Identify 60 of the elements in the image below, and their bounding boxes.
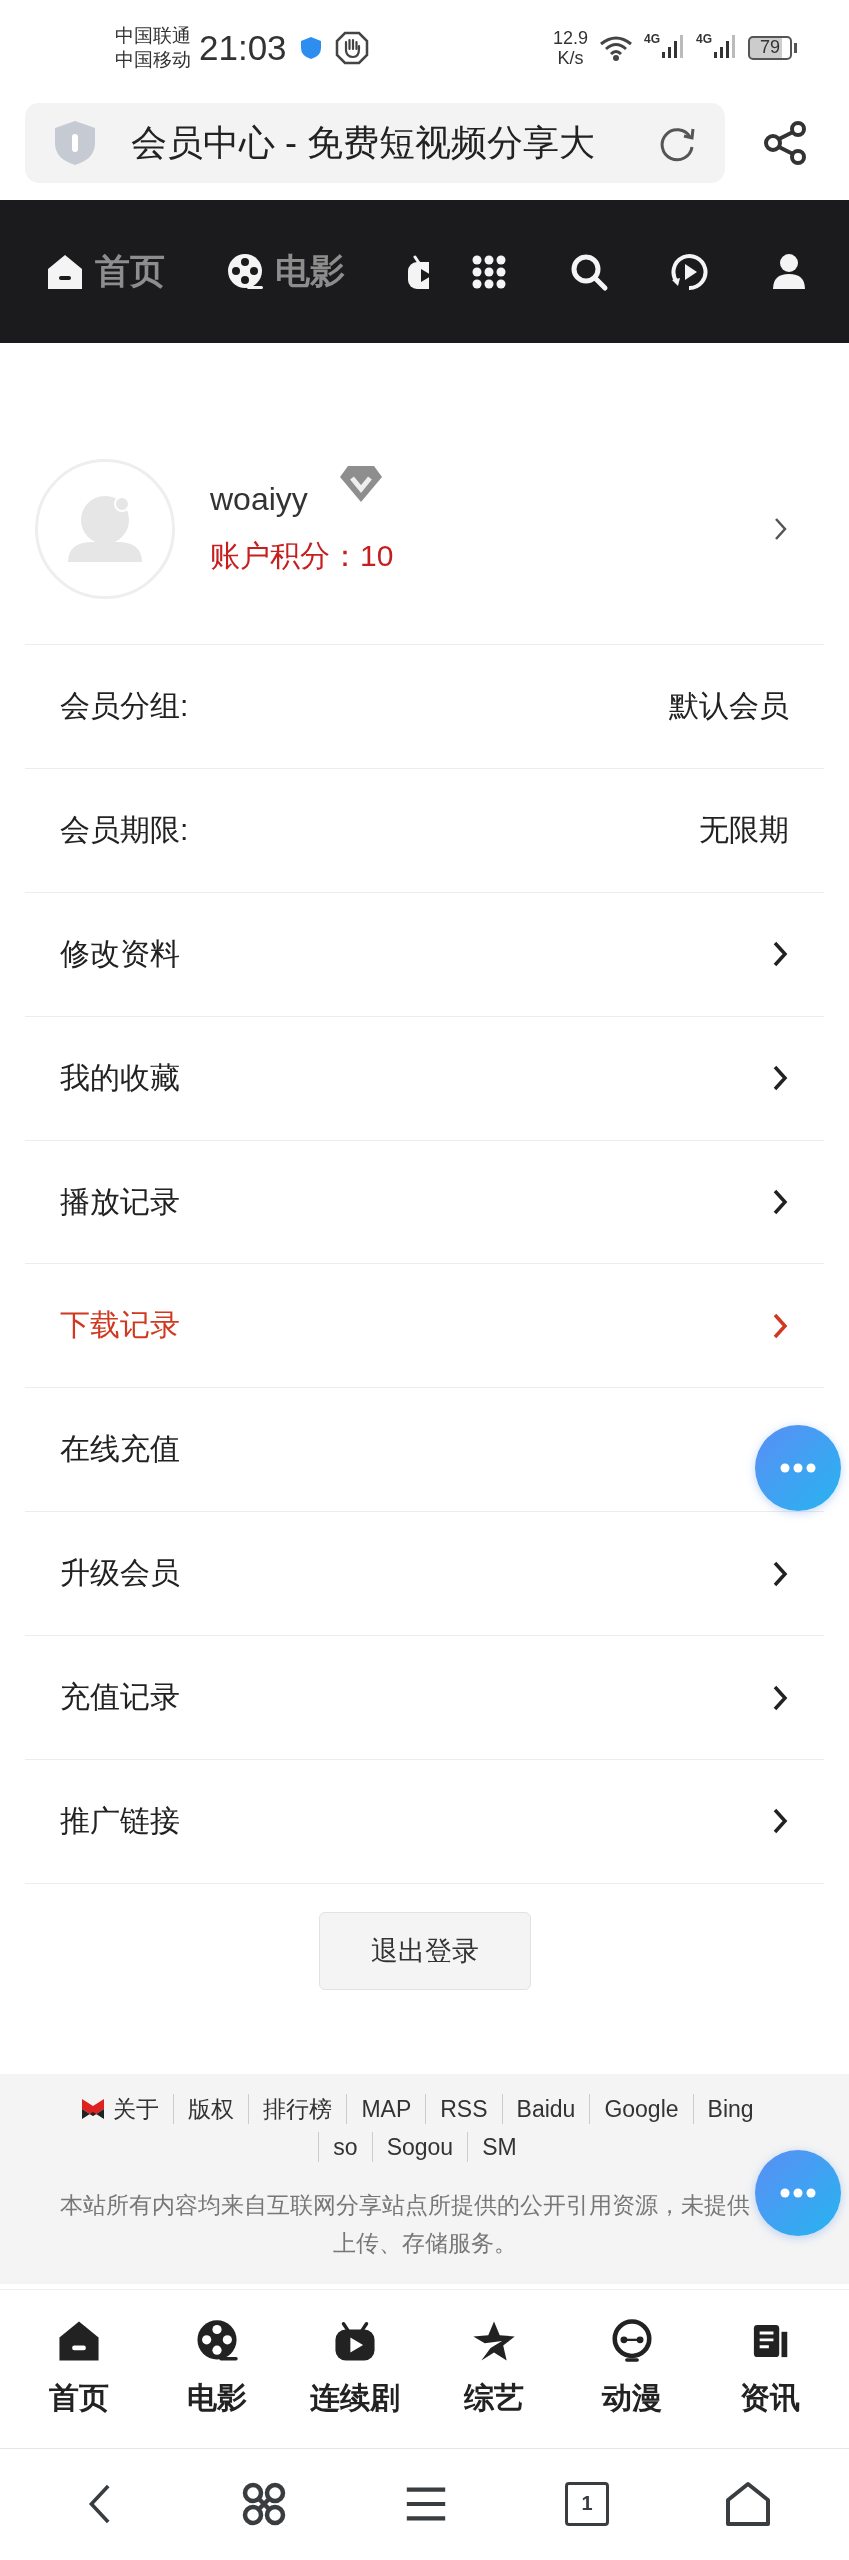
nav-link[interactable]: 首页 bbox=[45, 248, 165, 295]
menu-item[interactable]: 下载记录 bbox=[60, 1305, 180, 1347]
field-value: 默认会员 bbox=[669, 687, 789, 724]
menu-item[interactable]: 我的收藏 bbox=[60, 1057, 180, 1099]
chevron-icon bbox=[771, 1187, 789, 1217]
footer-link[interactable]: 关于 bbox=[105, 2093, 174, 2124]
nav-link[interactable]: 电影 bbox=[225, 248, 345, 295]
film-reel-icon bbox=[225, 251, 265, 292]
diamond-icon bbox=[337, 464, 384, 504]
shield-icon bbox=[298, 35, 323, 60]
footer-link[interactable]: 排行榜 bbox=[249, 2093, 347, 2124]
network-type: 4G bbox=[696, 31, 712, 46]
username: woaiyy bbox=[210, 480, 308, 518]
network-speed-unit: K/s bbox=[557, 47, 584, 68]
address-bar[interactable]: 会员中心 - 免费短视频分享大 bbox=[25, 103, 725, 183]
field-label: 会员分组: bbox=[60, 687, 189, 724]
share-icon[interactable] bbox=[763, 120, 809, 166]
tab-button[interactable]: 资讯 bbox=[700, 2317, 839, 2421]
more-icon bbox=[780, 1463, 816, 1473]
tab-button[interactable]: 连续剧 bbox=[286, 2317, 425, 2421]
home-icon[interactable] bbox=[723, 2479, 772, 2528]
tab-button[interactable]: 综艺 bbox=[424, 2317, 563, 2421]
menu-item[interactable]: 在线充值 bbox=[60, 1429, 180, 1471]
more-button[interactable] bbox=[755, 1425, 841, 1511]
network-type: 4G bbox=[643, 31, 660, 46]
menu-item[interactable]: 推广链接 bbox=[60, 1800, 180, 1842]
footer-link[interactable]: 版权 bbox=[174, 2093, 249, 2124]
logout-button[interactable]: 退出登录 bbox=[318, 1911, 531, 1990]
carrier-name: 中国联通 bbox=[115, 23, 191, 48]
page-title: 会员中心 - 免费短视频分享大 bbox=[131, 120, 595, 165]
hand-icon bbox=[334, 30, 369, 65]
tab-button[interactable]: 首页 bbox=[10, 2317, 149, 2421]
footer-link[interactable]: MAP bbox=[347, 2093, 426, 2124]
shield-icon bbox=[53, 119, 97, 167]
notice-text: 上传、存储服务。 bbox=[332, 2228, 517, 2258]
menu-item[interactable]: 升级会员 bbox=[60, 1553, 180, 1595]
footer-link[interactable]: so bbox=[319, 2131, 372, 2162]
footer-link[interactable]: Baidu bbox=[502, 2093, 590, 2124]
menu-item[interactable]: 播放记录 bbox=[60, 1181, 180, 1223]
footer-link[interactable]: RSS bbox=[426, 2093, 502, 2124]
account-points: 账户积分：10 bbox=[210, 537, 394, 574]
network-speed: 12.9 bbox=[552, 27, 588, 48]
logo-icon bbox=[81, 2097, 106, 2120]
footer-link[interactable]: Sogou bbox=[372, 2131, 468, 2162]
footer-link[interactable]: Google bbox=[590, 2093, 693, 2124]
footer-link[interactable]: Bing bbox=[693, 2093, 768, 2124]
more-icon bbox=[780, 2188, 816, 2198]
field-value: 无限期 bbox=[699, 811, 789, 848]
tab-count-button[interactable]: 1 bbox=[565, 2481, 610, 2526]
menu-item[interactable]: 充值记录 bbox=[60, 1677, 180, 1719]
notice-text: 本站所有内容均来自互联网分享站点所提供的公开引用资源，未提供 bbox=[59, 2190, 750, 2220]
clock: 21:03 bbox=[199, 27, 287, 68]
tab-button[interactable]: 电影 bbox=[148, 2317, 287, 2421]
battery-level: 79 bbox=[748, 35, 792, 60]
footer-link[interactable]: SM bbox=[468, 2131, 531, 2162]
carrier-name: 中国移动 bbox=[115, 47, 191, 72]
tab-button[interactable]: 动漫 bbox=[562, 2317, 701, 2421]
menu-item[interactable]: 修改资料 bbox=[60, 933, 180, 975]
history-play-icon bbox=[669, 251, 709, 292]
field-label: 会员期限: bbox=[60, 811, 189, 848]
